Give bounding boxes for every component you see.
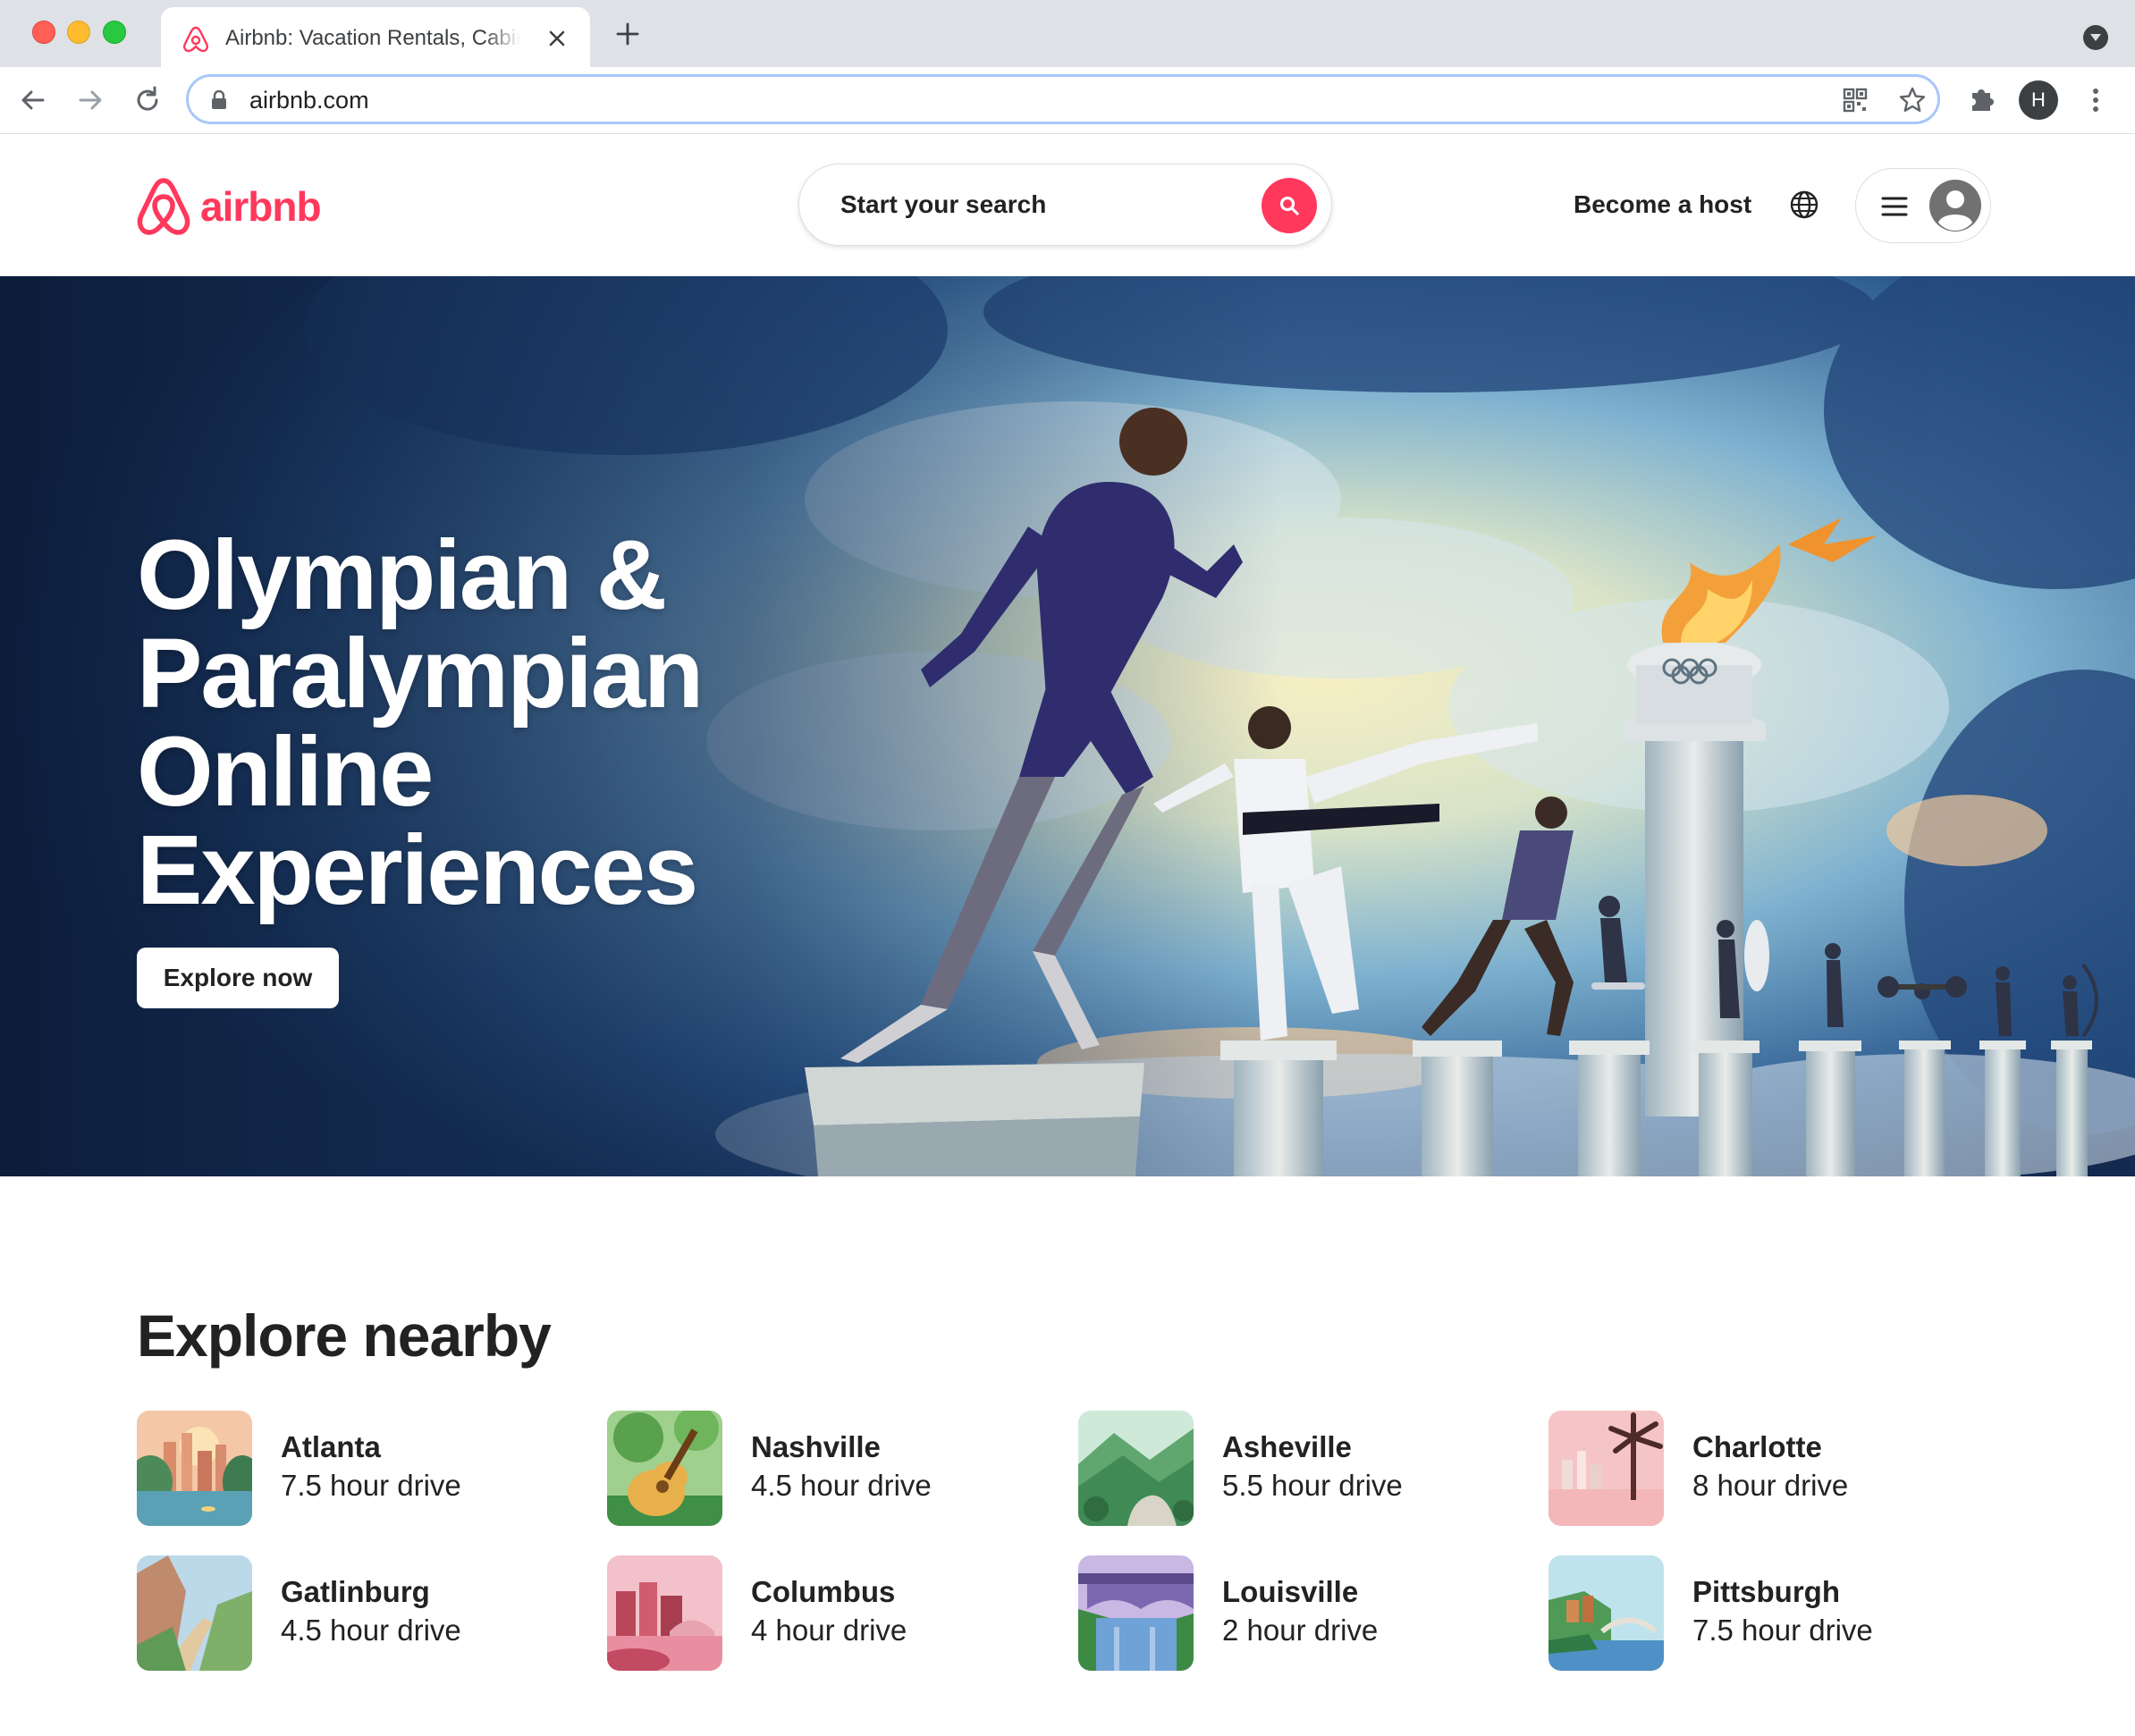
user-menu-button[interactable] xyxy=(1855,168,1991,243)
destination-drive-time: 2 hour drive xyxy=(1222,1614,1379,1647)
new-tab-icon[interactable] xyxy=(615,21,640,46)
destination-gatlinburg[interactable]: Gatlinburg 4.5 hour drive xyxy=(137,1555,566,1672)
reload-icon[interactable] xyxy=(132,85,163,115)
hero-headline: Olympian & Paralympian Online Experience… xyxy=(137,527,941,920)
destination-drive-time: 4.5 hour drive xyxy=(751,1469,932,1502)
hero-headline-line: Online xyxy=(137,717,434,827)
destination-atlanta[interactable]: Atlanta 7.5 hour drive xyxy=(137,1411,566,1527)
destination-columbus[interactable]: Columbus 4 hour drive xyxy=(607,1555,1036,1672)
become-a-host-link[interactable]: Become a host xyxy=(1574,186,1751,223)
destination-drive-time: 4 hour drive xyxy=(751,1614,907,1647)
destination-louisville[interactable]: Louisville 2 hour drive xyxy=(1078,1555,1507,1672)
destination-drive-time: 4.5 hour drive xyxy=(281,1614,461,1647)
destination-pittsburgh[interactable]: Pittsburgh 7.5 hour drive xyxy=(1549,1555,1978,1672)
browser-tab-airbnb[interactable]: Airbnb: Vacation Rentals, Cabins xyxy=(161,7,590,67)
globe-icon[interactable] xyxy=(1789,190,1819,220)
destination-asheville[interactable]: Asheville 5.5 hour drive xyxy=(1078,1411,1507,1527)
destination-nashville[interactable]: Nashville 4.5 hour drive xyxy=(607,1411,1036,1527)
search-icon xyxy=(1279,196,1299,215)
browser-toolbar: airbnb.com H xyxy=(0,67,2135,134)
search-button[interactable] xyxy=(1262,178,1317,233)
destination-drive-time: 5.5 hour drive xyxy=(1222,1469,1403,1502)
destination-drive-time: 8 hour drive xyxy=(1692,1469,1849,1502)
site-header: airbnb Start your search Become a host xyxy=(0,134,2135,276)
address-bar[interactable]: airbnb.com xyxy=(186,74,1940,124)
hero-headline-line: Experiences xyxy=(137,815,698,925)
destination-name: Atlanta xyxy=(281,1430,381,1463)
window-minimize-button[interactable] xyxy=(67,21,90,44)
tab-title: Airbnb: Vacation Rentals, Cabins xyxy=(225,23,520,54)
brand-wordmark: airbnb xyxy=(200,183,322,230)
explore-nearby-heading: Explore nearby xyxy=(137,1302,552,1369)
qr-code-icon[interactable] xyxy=(1841,86,1869,114)
hero-headline-line: Paralympian xyxy=(137,619,704,729)
nashville-thumbnail xyxy=(607,1411,722,1526)
airbnb-favicon-icon xyxy=(182,25,209,54)
search-bar[interactable]: Start your search xyxy=(798,164,1332,246)
explore-now-button[interactable]: Explore now xyxy=(137,948,339,1008)
url-text[interactable]: airbnb.com xyxy=(249,84,369,116)
search-placeholder[interactable]: Start your search xyxy=(840,186,1046,223)
bookmark-star-icon[interactable] xyxy=(1898,86,1927,114)
back-arrow-icon[interactable] xyxy=(18,85,48,115)
destination-drive-time: 7.5 hour drive xyxy=(1692,1614,1873,1647)
charlotte-thumbnail xyxy=(1549,1411,1664,1526)
hero-banner[interactable]: Olympian & Paralympian Online Experience… xyxy=(0,276,2135,1176)
hamburger-menu-icon xyxy=(1881,196,1908,217)
gatlinburg-thumbnail xyxy=(137,1555,252,1671)
window-zoom-button[interactable] xyxy=(103,21,126,44)
hero-headline-line: Olympian & xyxy=(137,520,667,630)
airbnb-belo-icon xyxy=(137,178,190,235)
extensions-puzzle-icon[interactable] xyxy=(1965,84,1997,116)
browser-titlebar: Airbnb: Vacation Rentals, Cabins xyxy=(0,0,2135,67)
tab-close-icon[interactable] xyxy=(547,29,567,48)
louisville-thumbnail xyxy=(1078,1555,1194,1671)
destination-drive-time: 7.5 hour drive xyxy=(281,1469,461,1502)
pittsburgh-thumbnail xyxy=(1549,1555,1664,1671)
destination-name: Asheville xyxy=(1222,1430,1352,1463)
destination-name: Gatlinburg xyxy=(281,1575,430,1608)
window-close-button[interactable] xyxy=(32,21,55,44)
forward-arrow-icon[interactable] xyxy=(75,85,105,115)
columbus-thumbnail xyxy=(607,1555,722,1671)
airbnb-logo[interactable]: airbnb xyxy=(136,176,368,237)
asheville-thumbnail xyxy=(1078,1411,1194,1526)
destination-name: Nashville xyxy=(751,1430,881,1463)
destination-name: Pittsburgh xyxy=(1692,1575,1840,1608)
browser-profile-avatar[interactable]: H xyxy=(2019,80,2058,120)
browser-menu-icon[interactable] xyxy=(2085,85,2106,115)
destination-name: Charlotte xyxy=(1692,1430,1822,1463)
destination-charlotte[interactable]: Charlotte 8 hour drive xyxy=(1549,1411,1978,1527)
nearby-destinations-grid: Atlanta 7.5 hour drive Nashville 4.5 hou… xyxy=(137,1411,1998,1672)
destination-name: Louisville xyxy=(1222,1575,1359,1608)
user-avatar-icon xyxy=(1929,180,1981,232)
tab-search-menu-icon[interactable] xyxy=(2083,25,2108,50)
lock-icon[interactable] xyxy=(210,89,228,110)
destination-name: Columbus xyxy=(751,1575,896,1608)
atlanta-thumbnail xyxy=(137,1411,252,1526)
